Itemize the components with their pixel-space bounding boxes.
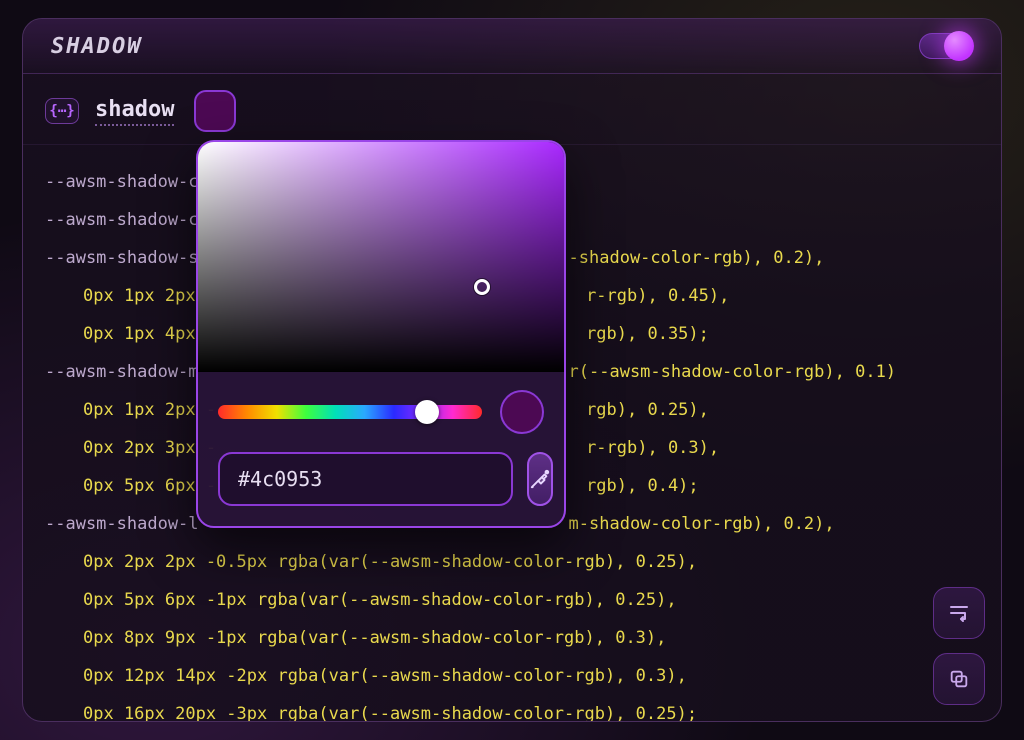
color-swatch[interactable] xyxy=(194,90,236,132)
wrap-button[interactable] xyxy=(933,587,985,639)
hue-slider[interactable] xyxy=(218,405,482,419)
color-picker-popover xyxy=(196,140,566,528)
code-line: 0px 5px 6px -1px rgba(var(--awsm-shadow-… xyxy=(45,581,979,619)
code-line: 0px 8px 9px -1px rgba(var(--awsm-shadow-… xyxy=(45,619,979,657)
hue-thumb[interactable] xyxy=(415,400,439,424)
code-line: 0px 2px 2px -0.5px rgba(var(--awsm-shado… xyxy=(45,543,979,581)
color-preview-dot xyxy=(500,390,544,434)
hex-input[interactable] xyxy=(218,452,513,506)
saturation-value-field[interactable] xyxy=(198,142,564,372)
panel-header: SHADOW xyxy=(23,19,1001,74)
panel-title: SHADOW xyxy=(51,34,142,59)
code-line: 0px 12px 14px -2px rgba(var(--awsm-shado… xyxy=(45,657,979,695)
copy-icon xyxy=(948,668,970,690)
hex-row xyxy=(198,442,564,526)
code-action-buttons xyxy=(933,587,985,705)
copy-button[interactable] xyxy=(933,653,985,705)
eyedropper-button[interactable] xyxy=(527,452,553,506)
panel-subheader: {⋯} shadow xyxy=(23,74,1001,145)
wrap-icon xyxy=(947,601,971,625)
code-line: 0px 16px 20px -3px rgba(var(--awsm-shado… xyxy=(45,695,979,722)
property-name[interactable]: shadow xyxy=(95,97,174,126)
object-chip-icon: {⋯} xyxy=(45,98,79,124)
shadow-toggle[interactable] xyxy=(919,33,973,59)
toggle-knob xyxy=(944,31,974,61)
sv-cursor[interactable] xyxy=(474,279,490,295)
hue-row xyxy=(198,372,564,442)
eyedropper-icon xyxy=(529,468,551,490)
